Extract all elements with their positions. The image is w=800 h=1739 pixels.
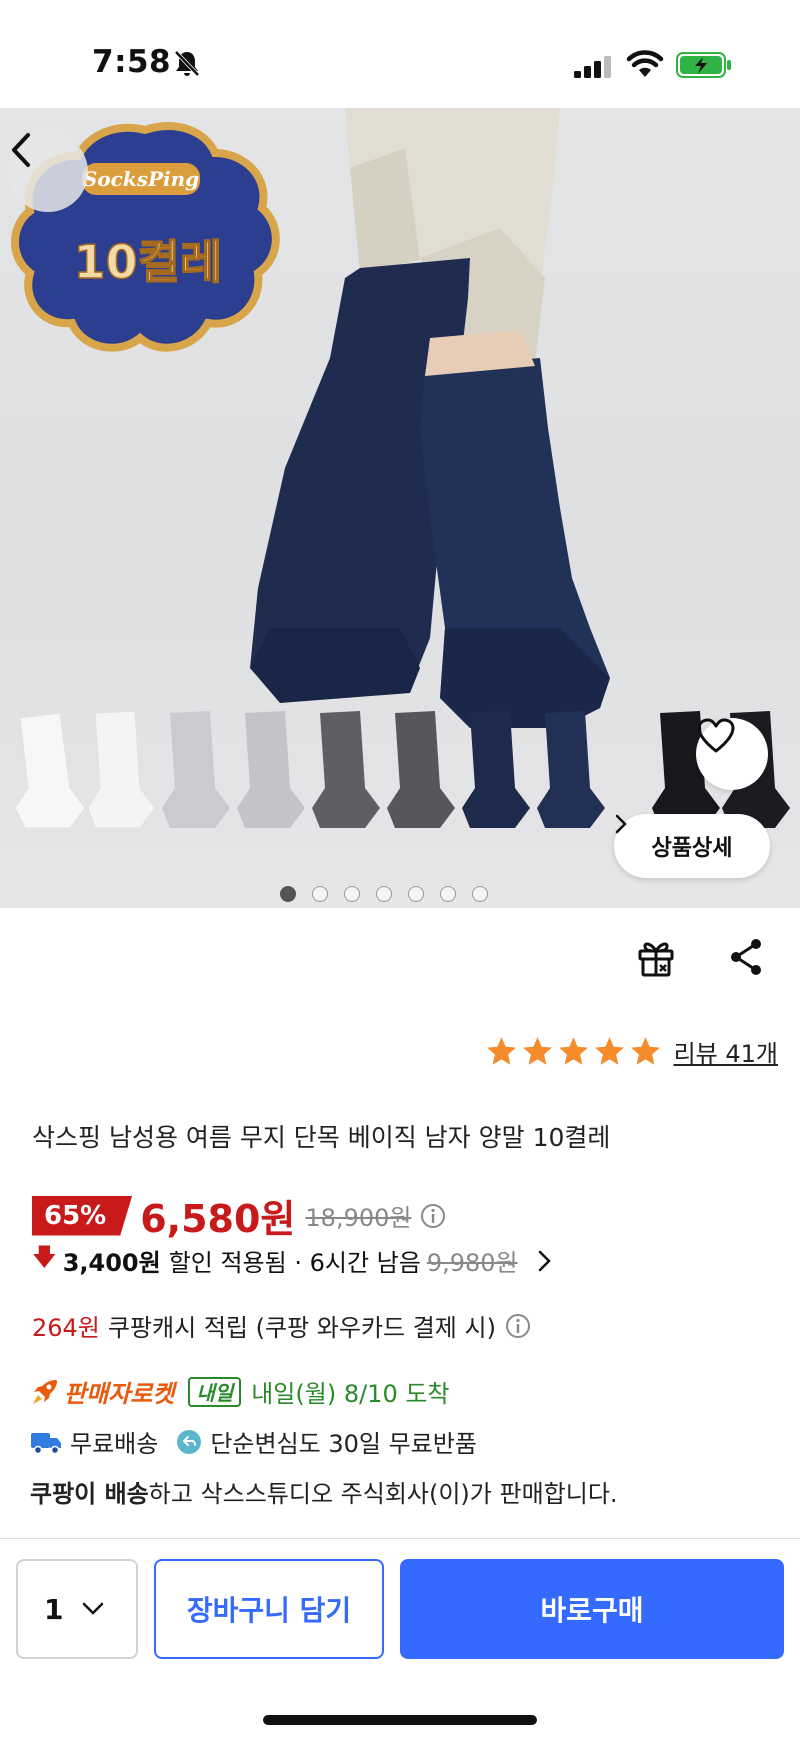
price-row: 65% 6,580원 18,900원: [32, 1188, 447, 1243]
carousel-dot[interactable]: [440, 886, 456, 902]
chevron-right-icon: [615, 814, 627, 834]
status-time: 7:58: [92, 44, 172, 80]
product-image-carousel[interactable]: SocksPing 10켤레 상품상세: [0, 108, 800, 908]
carousel-dot[interactable]: [280, 886, 296, 902]
star-icon: [630, 1037, 660, 1065]
product-photo: SocksPing 10켤레: [11, 108, 790, 829]
chevron-right-icon: [538, 1250, 551, 1271]
star-icon: [558, 1037, 588, 1065]
review-count-link[interactable]: 리뷰 41개: [674, 1034, 778, 1069]
chevron-down-icon: [83, 1602, 104, 1615]
back-button[interactable]: [8, 132, 88, 212]
coupon-text: 할인 적용됨 · 6시간 남음: [168, 1249, 421, 1277]
add-to-cart-button[interactable]: 장바구니 담기: [154, 1559, 384, 1659]
quantity-value: 1: [44, 1592, 64, 1626]
rocket-label: 판매자로켓: [64, 1380, 175, 1408]
free-shipping-text: 무료배송: [70, 1430, 159, 1458]
battery-charging-icon: [676, 52, 731, 78]
carousel-dot[interactable]: [344, 886, 360, 902]
star-icon: [486, 1037, 516, 1065]
coupon-original-price: 9,980원: [426, 1249, 518, 1277]
buy-now-button[interactable]: 바로구매: [400, 1559, 784, 1659]
carousel-dot[interactable]: [312, 886, 328, 902]
shipping-row: 무료배송 단순변심도 30일 무료반품: [30, 1424, 477, 1459]
truck-icon: [31, 1432, 61, 1454]
delivery-row: 판매자로켓 내일 내일(월) 8/10 도착: [30, 1374, 450, 1409]
carousel-indicator: [280, 886, 488, 902]
free-return-text: 단순변심도 30일 무료반품: [210, 1430, 477, 1458]
wifi-icon: [626, 50, 664, 77]
star-icon: [594, 1037, 624, 1065]
info-icon[interactable]: [504, 1312, 532, 1340]
star-rating: [485, 1035, 662, 1068]
heart-icon: [697, 718, 735, 753]
discount-badge: 65%: [32, 1195, 133, 1236]
cash-text: 쿠팡캐시 적립 (쿠팡 와우카드 결제 시): [107, 1314, 496, 1342]
seller-bold-text: 쿠팡이 배송: [30, 1480, 149, 1508]
rocket-icon: [33, 1379, 57, 1404]
wishlist-button[interactable]: [696, 718, 768, 790]
tomorrow-badge: 내일: [188, 1376, 242, 1407]
home-indicator: [263, 1715, 537, 1725]
svg-text:SocksPing: SocksPing: [83, 167, 199, 191]
signal-icon: [574, 56, 611, 78]
carousel-dot[interactable]: [408, 886, 424, 902]
cash-reward-row: 264원 쿠팡캐시 적립 (쿠팡 와우카드 결제 시): [32, 1308, 532, 1343]
seller-text: 하고 삭스스튜디오 주식회사(이)가 판매합니다.: [148, 1480, 618, 1508]
down-arrow-icon: 🡇: [32, 1243, 57, 1271]
chevron-left-icon: [12, 133, 30, 167]
carousel-dot[interactable]: [376, 886, 392, 902]
status-bar: 7:58: [0, 0, 800, 108]
star-icon: [522, 1037, 552, 1065]
action-icon-row: [0, 935, 800, 985]
coupon-row[interactable]: 🡇 3,400원 할인 적용됨 · 6시간 남음 9,980원: [32, 1240, 554, 1281]
return-icon: [177, 1429, 202, 1454]
bottom-action-bar: 1 장바구니 담기 바로구매: [0, 1538, 800, 1739]
quantity-select[interactable]: 1: [16, 1559, 138, 1659]
product-detail-label: 상품상세: [651, 836, 733, 861]
original-price: 18,900원: [305, 1204, 412, 1232]
bell-off-icon: [174, 50, 200, 77]
cash-amount: 264원: [32, 1314, 100, 1342]
coupon-amount: 3,400원: [62, 1249, 161, 1277]
info-icon[interactable]: [419, 1202, 447, 1230]
product-detail-button[interactable]: 상품상세: [614, 814, 770, 878]
carousel-dot[interactable]: [472, 886, 488, 902]
arrival-date: 내일(월) 8/10 도착: [251, 1380, 450, 1408]
gift-icon[interactable]: [634, 935, 678, 979]
product-title: 삭스핑 남성용 여름 무지 단목 베이직 남자 양말 10켤레: [32, 1123, 611, 1152]
seller-info: 쿠팡이 배송하고 삭스스튜디오 주식회사(이)가 판매합니다.: [30, 1474, 618, 1509]
svg-text:10켤레: 10켤레: [74, 235, 223, 289]
share-icon[interactable]: [724, 935, 768, 979]
rating-row[interactable]: 리뷰 41개: [485, 1034, 778, 1069]
sale-price: 6,580원: [140, 1197, 296, 1241]
